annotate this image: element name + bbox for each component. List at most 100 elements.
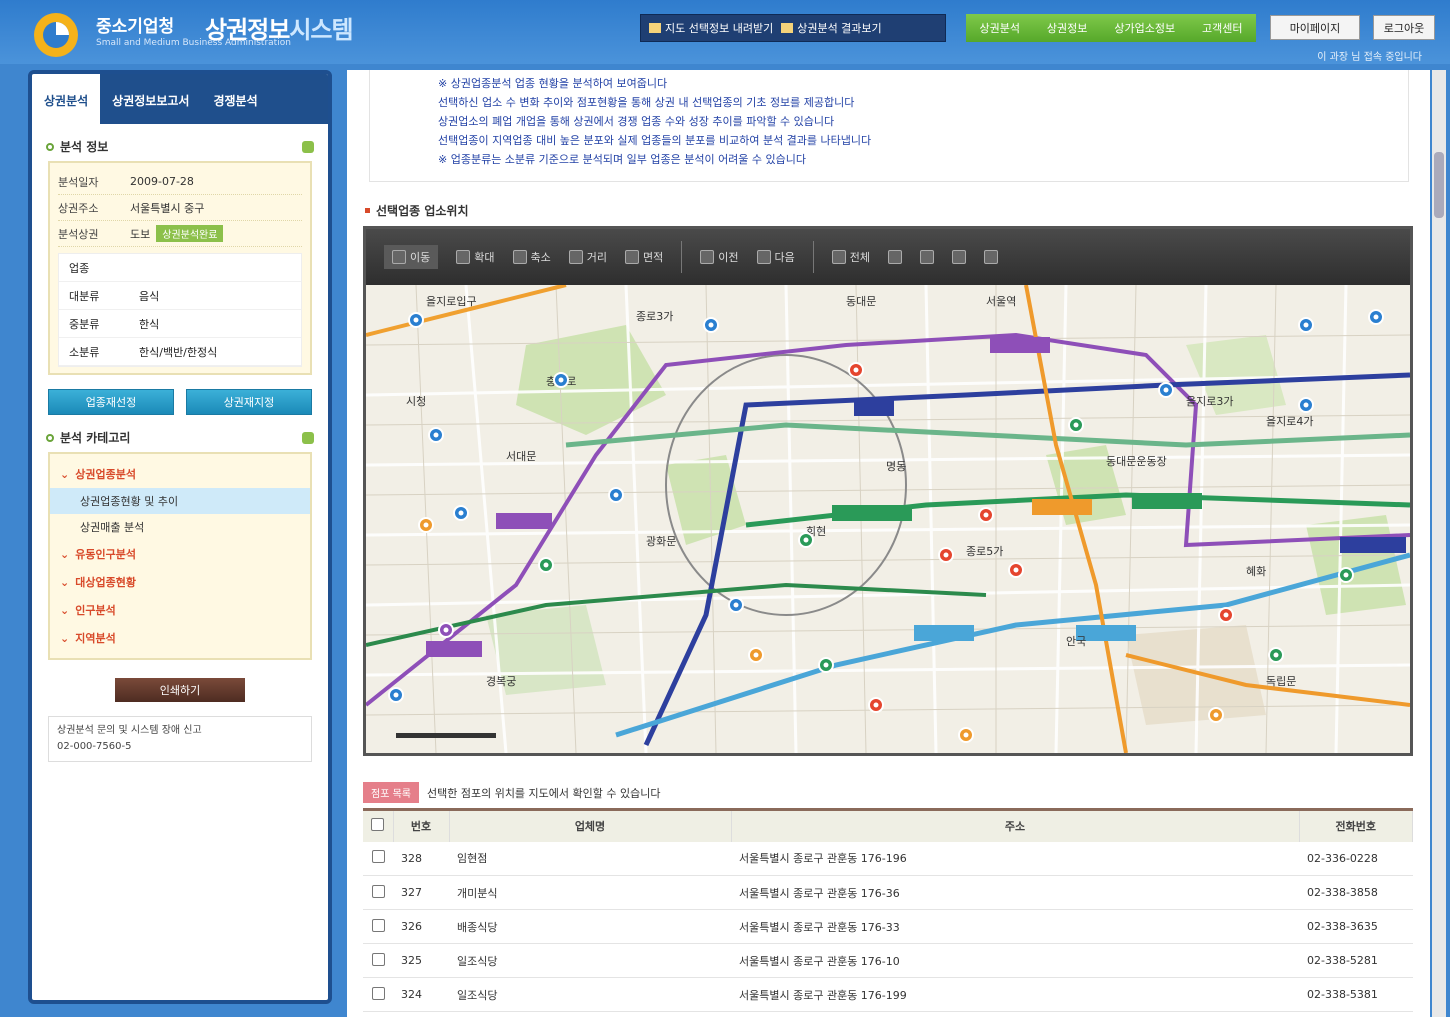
row-select-cell[interactable] — [363, 909, 393, 944]
category-item[interactable]: ⌄ 유동인구분석 — [50, 540, 310, 568]
print-tool[interactable] — [920, 250, 934, 264]
scrollbar[interactable] — [1432, 70, 1446, 1017]
nav-item-info[interactable]: 상권정보 — [1047, 20, 1087, 36]
map-pin-icon[interactable] — [608, 487, 624, 503]
save-tool[interactable] — [888, 250, 902, 264]
nav-item-analysis[interactable]: 상권분석 — [979, 20, 1019, 36]
map-title: 선택업종 업소위치 — [365, 202, 469, 219]
full-extent-tool[interactable]: 전체 — [831, 249, 870, 265]
area-tool[interactable]: 면적 — [625, 249, 663, 265]
next-tool[interactable]: 다음 — [756, 249, 795, 265]
select-all-checkbox[interactable] — [371, 818, 385, 832]
map-pin-icon[interactable] — [703, 317, 719, 333]
download-button[interactable]: 지도 선택정보 내려받기 — [649, 20, 773, 36]
map-pin-icon[interactable] — [818, 657, 834, 673]
row-select-cell[interactable] — [363, 977, 393, 1012]
map-pin-icon[interactable] — [438, 622, 454, 638]
prev-tool[interactable]: 이전 — [700, 249, 739, 265]
category-item[interactable]: ⌄ 인구분석 — [50, 596, 310, 624]
map-pin-icon[interactable] — [1218, 607, 1234, 623]
map-pin-icon[interactable] — [1158, 382, 1174, 398]
map-pin-icon[interactable] — [553, 372, 569, 388]
map-canvas[interactable]: 을지로입구종로3가동대문서울역시청충무로명동회현광화문을지로3가을지로4가동대문… — [366, 285, 1410, 753]
nav-item-stores[interactable]: 상가업소정보 — [1114, 20, 1175, 36]
row-select-cell[interactable] — [363, 943, 393, 978]
row-checkbox[interactable] — [371, 884, 385, 898]
map-pin-icon[interactable] — [958, 727, 974, 743]
table-row[interactable]: 325 일조식당 서울특별시 종로구 관훈동 176-10 02-338-5281 — [363, 943, 1413, 978]
map-pin-icon[interactable] — [428, 427, 444, 443]
expand-icon[interactable] — [302, 431, 314, 444]
map-pin-icon[interactable] — [408, 312, 424, 328]
map-pin-icon[interactable] — [1368, 309, 1384, 325]
map-pin-icon[interactable] — [1268, 647, 1284, 663]
map-place-label: 서대문 — [506, 450, 536, 463]
logout-button[interactable]: 로그아웃 — [1373, 15, 1435, 40]
map-pin-icon[interactable] — [418, 517, 434, 533]
table-row[interactable]: 328 임현점 서울특별시 종로구 관훈동 176-196 02-336-0228 — [363, 841, 1413, 876]
map-pin-icon[interactable] — [1298, 397, 1314, 413]
row-phone: 02-336-0228 — [1299, 841, 1413, 876]
distance-tool[interactable]: 거리 — [568, 249, 607, 265]
table-row[interactable]: 326 배종식당 서울특별시 종로구 관훈동 176-33 02-338-3635 — [363, 909, 1413, 944]
map-place-label: 시청 — [406, 395, 426, 408]
map-pin-icon[interactable] — [978, 507, 994, 523]
export-tool[interactable] — [952, 250, 966, 264]
map-pin-icon[interactable] — [728, 597, 744, 613]
row-store-name[interactable]: 임현점 — [449, 841, 731, 876]
print-button[interactable]: 인쇄하기 — [115, 678, 245, 702]
expand-icon[interactable] — [302, 140, 314, 153]
table-row[interactable]: 327 개미분식 서울특별시 종로구 관훈동 176-36 02-338-3858 — [363, 875, 1413, 910]
map-pin-icon[interactable] — [1298, 317, 1314, 333]
row-checkbox[interactable] — [371, 918, 385, 932]
row-select-cell[interactable] — [363, 841, 393, 876]
map-pin-icon[interactable] — [798, 532, 814, 548]
info-row: 분석상권 도보 상권분석완료 — [58, 221, 302, 247]
result-view-button[interactable]: 상권분석 결과보기 — [781, 20, 882, 36]
map-frame: 이동 확대 축소 거리 면적 이전 다음 전체 을지로입구 종로3가 동대문 서… — [363, 226, 1413, 756]
row-select-cell[interactable] — [363, 875, 393, 910]
back-icon — [700, 250, 715, 264]
status-badge: 상권분석완료 — [156, 225, 224, 242]
row-store-name[interactable]: 일조식당 — [449, 943, 731, 978]
map-pin-icon[interactable] — [1008, 562, 1024, 578]
map-pin-icon[interactable] — [748, 647, 764, 663]
reselect-industry-button[interactable]: 업종재선정 — [48, 389, 174, 415]
row-checkbox[interactable] — [371, 952, 385, 966]
tab-analysis[interactable]: 상권분석 — [32, 74, 101, 124]
tab-competition[interactable]: 경쟁분석 — [201, 74, 269, 124]
category-sub-item[interactable]: 상권업종현황 및 추이 — [50, 488, 310, 514]
save-icon — [888, 250, 902, 264]
layer-tool[interactable] — [984, 250, 998, 264]
zoom-in-tool[interactable]: 확대 — [456, 249, 495, 265]
map-pin-icon[interactable] — [1338, 567, 1354, 583]
map-pin-icon[interactable] — [538, 557, 554, 573]
map-pin-icon[interactable] — [388, 687, 404, 703]
category-sub-item[interactable]: 상권매출 분석 — [50, 514, 310, 540]
map-pin-icon[interactable] — [938, 547, 954, 563]
scrollbar-thumb[interactable] — [1434, 152, 1444, 218]
mypage-button[interactable]: 마이페이지 — [1270, 15, 1360, 40]
map-pin-icon[interactable] — [1068, 417, 1084, 433]
category-item[interactable]: ⌄ 지역분석 — [50, 624, 310, 652]
notice-line: 상권업소의 폐업 개업을 통해 상권에서 경쟁 업종 수와 성장 추이를 파악할… — [438, 115, 835, 128]
table-row[interactable]: 324 일조식당 서울특별시 종로구 관훈동 176-199 02-338-5381 — [363, 977, 1413, 1012]
reselect-area-button[interactable]: 상권재지정 — [186, 389, 312, 415]
category-item[interactable]: ⌄ 상권업종분석 — [50, 460, 310, 488]
row-store-name[interactable]: 개미분식 — [449, 875, 731, 910]
map-pin-icon[interactable] — [848, 362, 864, 378]
map-pin-icon[interactable] — [1208, 707, 1224, 723]
pan-tool[interactable]: 이동 — [384, 245, 439, 269]
map-pin-icon[interactable] — [868, 697, 884, 713]
map-pin-icon[interactable] — [453, 505, 469, 521]
row-checkbox[interactable] — [371, 850, 385, 864]
tab-report[interactable]: 상권정보보고서 — [100, 74, 201, 124]
map-place-label: 안국 — [1066, 635, 1086, 648]
select-all-header[interactable] — [363, 809, 394, 842]
row-checkbox[interactable] — [371, 986, 385, 1000]
row-store-name[interactable]: 일조식당 — [449, 977, 731, 1012]
category-item[interactable]: ⌄ 대상업종현황 — [50, 568, 310, 596]
row-store-name[interactable]: 배종식당 — [449, 909, 731, 944]
zoom-out-tool[interactable]: 축소 — [512, 249, 551, 265]
nav-item-support[interactable]: 고객센터 — [1202, 20, 1242, 36]
